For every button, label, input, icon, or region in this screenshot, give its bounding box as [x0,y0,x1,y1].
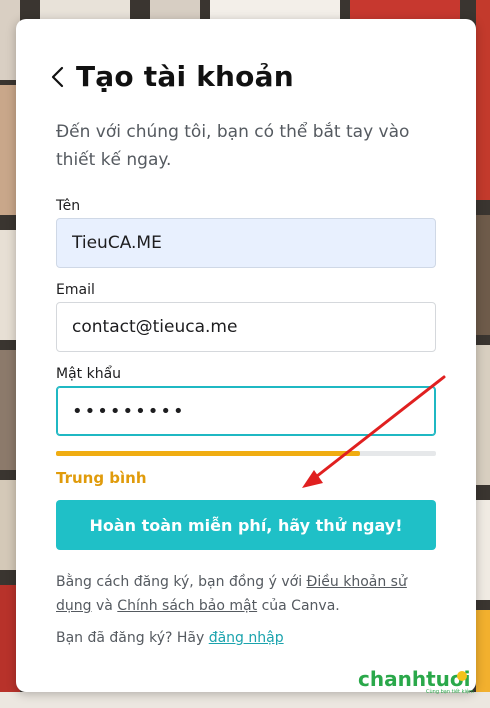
name-field[interactable] [56,218,436,268]
signup-button[interactable]: Hoàn toàn miễn phí, hãy thử ngay! [56,500,436,550]
svg-text:chanhtuoi: chanhtuoi [358,667,470,691]
chevron-left-icon[interactable] [50,66,66,88]
terms-suffix: của Canva. [257,598,340,614]
password-strength-label: Trung bình [56,469,147,487]
watermark-logo: chanhtuoi Cùng bạn tiết kiệm [358,666,478,698]
email-label: Email [56,282,95,298]
login-prompt: Bạn đã đăng ký? Hãy đăng nhập [56,630,284,646]
terms-prefix: Bằng cách đăng ký, bạn đồng ý với [56,574,307,590]
password-strength-meter [56,451,436,456]
password-strength-fill [56,451,360,456]
login-link[interactable]: đăng nhập [209,630,284,646]
email-field[interactable] [56,302,436,352]
svg-text:Cùng bạn tiết kiệm: Cùng bạn tiết kiệm [426,688,474,694]
login-prefix: Bạn đã đăng ký? Hãy [56,630,209,646]
privacy-policy-link[interactable]: Chính sách bảo mật [117,598,257,614]
password-label: Mật khẩu [56,366,122,382]
page-title: Tạo tài khoản [76,60,294,93]
chanhtuoi-logo-icon: chanhtuoi Cùng bạn tiết kiệm [358,667,474,695]
page-subtitle: Đến với chúng tôi, bạn có thể bắt tay và… [56,122,410,170]
terms-text: Bằng cách đăng ký, bạn đồng ý với Điều k… [56,570,416,618]
terms-middle: và [91,598,118,614]
password-field[interactable] [56,386,436,436]
name-label: Tên [56,198,81,214]
